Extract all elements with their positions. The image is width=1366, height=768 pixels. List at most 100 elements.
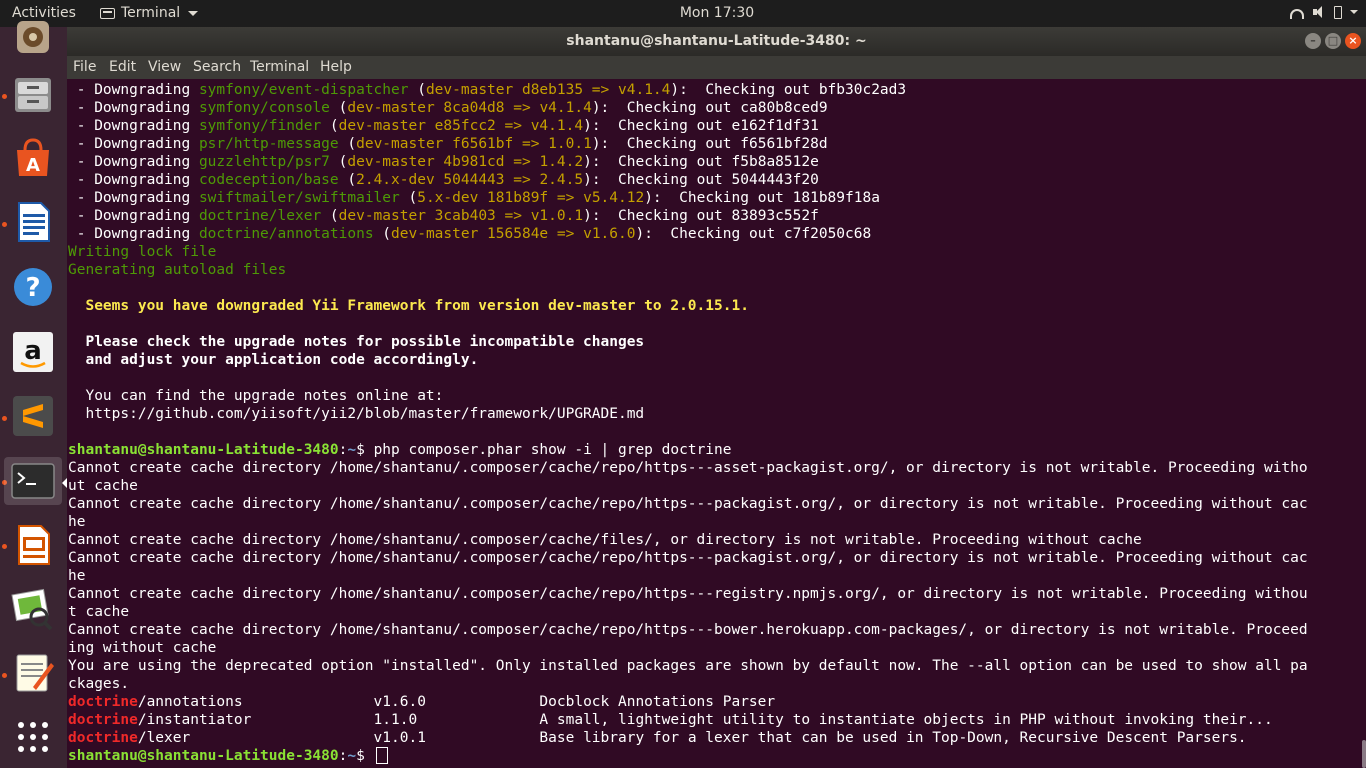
sublime-text-icon	[11, 394, 55, 438]
grep-match: doctrine	[68, 712, 138, 728]
minimize-button[interactable]: –	[1305, 33, 1321, 49]
commit-hash: 83893c552f	[731, 208, 819, 224]
terminal-output[interactable]: - Downgrading symfony/event-dispatcher (…	[67, 79, 1366, 768]
launcher-item-amazon[interactable]: a	[9, 328, 57, 376]
clock[interactable]: Mon 17:30	[680, 5, 754, 21]
libreoffice-impress-icon	[11, 523, 55, 567]
prompt-user: shantanu@shantanu-Latitude-3480	[68, 442, 339, 458]
launcher-item-rhythmbox[interactable]	[9, 13, 57, 61]
package-name: codeception/base	[198, 172, 339, 188]
menu-bar: File Edit View Search Terminal Help	[67, 56, 1366, 79]
launcher-item-help[interactable]: ?	[9, 263, 57, 311]
launcher-item-impress[interactable]	[9, 521, 57, 569]
package-version: 1.1.0	[373, 712, 540, 728]
terminal-line: t cache	[68, 604, 130, 620]
downgrade-prefix: - Downgrading	[68, 136, 199, 152]
to-version: v4.1.4	[539, 100, 592, 116]
terminal-line: he	[68, 514, 86, 530]
commit-hash: 181b89f18a	[792, 190, 880, 206]
launcher-item-terminal[interactable]	[4, 457, 62, 505]
checking-out: Checking out	[670, 226, 784, 242]
commit-hash: bfb30c2ad3	[818, 82, 907, 98]
to-version: v1.0.1	[530, 208, 584, 224]
svg-text:?: ?	[25, 273, 40, 303]
terminal-line: - Downgrading codeception/base (2.4.x-de…	[68, 172, 819, 188]
amazon-icon: a	[11, 330, 55, 374]
launcher-item-image-viewer[interactable]	[9, 585, 57, 633]
from-version: dev-master f6561bf	[356, 136, 514, 152]
menu-edit[interactable]: Edit	[109, 59, 136, 75]
prompt-line: shantanu@shantanu-Latitude-3480:~$ php c…	[68, 442, 732, 458]
package-name: guzzlehttp/psr7	[198, 154, 330, 170]
checking-out: Checking out	[679, 190, 793, 206]
to-version: v4.1.4	[530, 118, 584, 134]
checking-out: Checking out	[618, 208, 732, 224]
software-center-icon: A	[11, 136, 55, 180]
show-applications-button[interactable]	[9, 713, 57, 761]
terminal-line: and adjust your application code accordi…	[68, 352, 479, 368]
terminal-line: https://github.com/yiisoft/yii2/blob/mas…	[68, 406, 645, 422]
window-title: shantanu@shantanu-Latitude-3480: ~	[566, 33, 867, 49]
maximize-button[interactable]: □	[1325, 33, 1341, 49]
package-name: symfony/console	[198, 100, 330, 116]
from-version: 2.4.x-dev 5044443	[356, 172, 505, 188]
downgrade-prefix: - Downgrading	[68, 172, 199, 188]
terminal-line: Writing lock file	[68, 244, 217, 260]
launcher-item-writer[interactable]	[9, 198, 57, 246]
prompt-line: shantanu@shantanu-Latitude-3480:~$	[67, 747, 1366, 765]
app-menu[interactable]: Terminal	[100, 5, 199, 21]
launcher-item-files[interactable]	[9, 70, 57, 118]
terminal-line: Cannot create cache directory /home/shan…	[68, 550, 1308, 566]
package-description: Docblock Annotations Parser	[539, 694, 776, 710]
top-bar: Activities Terminal Mon 17:30	[0, 0, 1366, 27]
title-bar[interactable]: shantanu@shantanu-Latitude-3480: ~ – □ ×	[67, 27, 1366, 56]
package-row: doctrine/instantiator 1.1.0 A small, lig…	[67, 711, 1366, 729]
grep-match: doctrine	[68, 694, 138, 710]
from-version: dev-master 3cab403	[338, 208, 496, 224]
prompt-user: shantanu@shantanu-Latitude-3480	[68, 748, 339, 764]
launcher-item-sublime-text[interactable]	[9, 392, 57, 440]
package-description: A small, lightweight utility to instanti…	[539, 712, 1273, 728]
menu-file[interactable]: File	[73, 59, 96, 75]
package-name: doctrine/annotations	[198, 226, 374, 242]
terminal-icon	[11, 461, 55, 501]
libreoffice-writer-icon	[11, 200, 55, 244]
launcher-item-ubuntu-software[interactable]: A	[9, 134, 57, 182]
terminal-line: - Downgrading guzzlehttp/psr7 (dev-maste…	[68, 154, 819, 170]
from-version: dev-master 8ca04d8	[347, 100, 505, 116]
to-version: 1.4.2	[539, 154, 584, 170]
terminal-line: - Downgrading doctrine/lexer (dev-master…	[68, 208, 819, 224]
checking-out: Checking out	[626, 136, 741, 152]
package-version: v1.6.0	[373, 694, 540, 710]
terminal-line: You can find the upgrade notes online at…	[68, 388, 444, 404]
launcher-item-text-editor[interactable]	[9, 649, 57, 697]
commit-hash: c7f2050c68	[783, 226, 872, 242]
menu-help[interactable]: Help	[320, 59, 352, 75]
package-name: swiftmailer/swiftmailer	[198, 190, 400, 206]
commit-hash: ca80b8ced9	[740, 100, 828, 116]
menu-view[interactable]: View	[148, 59, 181, 75]
package-name: psr/http-message	[198, 136, 339, 152]
checking-out: Checking out	[618, 172, 732, 188]
menu-search[interactable]: Search	[193, 59, 241, 75]
package-name: symfony/event-dispatcher	[198, 82, 409, 98]
chevron-down-icon	[1350, 10, 1358, 14]
from-version: dev-master d8eb135	[425, 82, 584, 98]
terminal-line: ut cache	[68, 478, 138, 494]
downgrade-prefix: - Downgrading	[68, 100, 199, 116]
grid-icon	[16, 720, 50, 754]
terminal-line: Cannot create cache directory /home/shan…	[68, 532, 1142, 548]
to-version: v1.6.0	[583, 226, 636, 242]
battery-icon	[1334, 5, 1342, 19]
close-button[interactable]: ×	[1345, 33, 1361, 49]
scrollbar-thumb[interactable]	[1362, 740, 1366, 768]
menu-terminal[interactable]: Terminal	[250, 59, 309, 75]
downgrade-prefix: - Downgrading	[68, 208, 199, 224]
terminal-line: he	[68, 568, 86, 584]
system-tray[interactable]	[1290, 5, 1358, 19]
